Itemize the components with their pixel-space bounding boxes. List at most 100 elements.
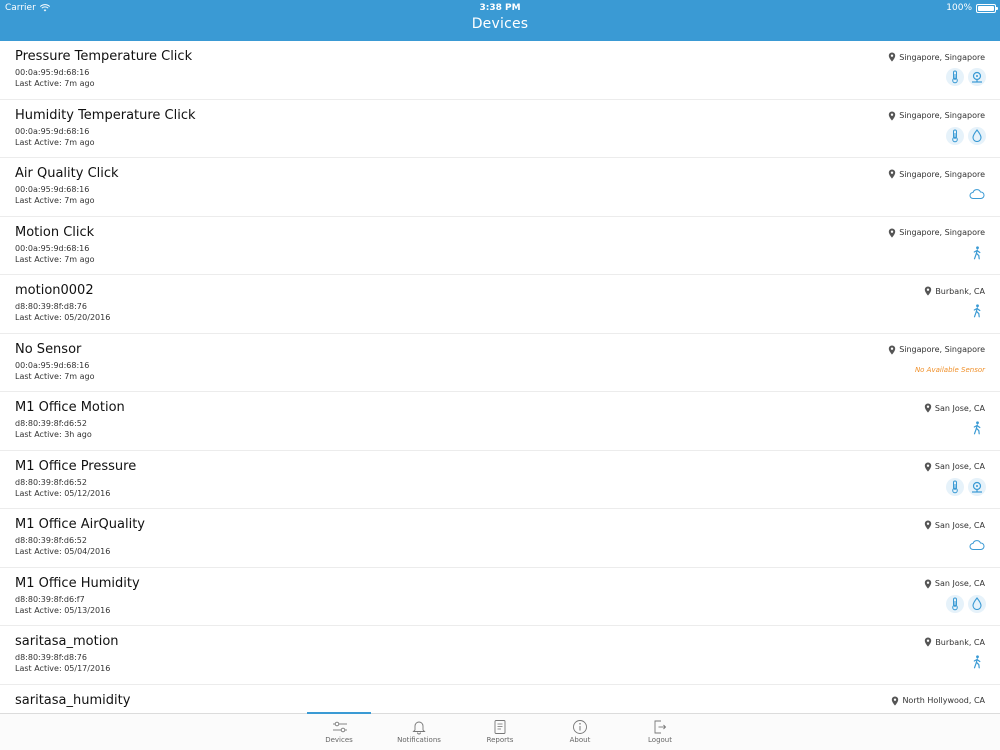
device-mac-address: 00:0a:95:9d:68:16 <box>15 360 90 370</box>
device-row[interactable]: M1 Office AirQuality d8:80:39:8f:d6:52 L… <box>0 509 1000 568</box>
tab-label: Devices <box>325 736 353 744</box>
device-name: Motion Click <box>15 224 95 240</box>
location-pin-icon <box>891 696 899 706</box>
device-name: saritasa_humidity <box>15 692 131 708</box>
tab-notifications[interactable]: Notifications <box>389 714 449 750</box>
sensor-icons <box>946 126 986 145</box>
device-name: saritasa_motion <box>15 634 119 649</box>
device-mac-address: d8:80:39:8f:d8:76 <box>15 653 87 662</box>
thermometer-icon <box>946 126 964 145</box>
device-row[interactable]: motion0002 d8:80:39:8f:d8:76 Last Active… <box>0 275 1000 334</box>
sensor-icons <box>968 185 986 203</box>
info-icon <box>572 719 588 735</box>
device-location: Burbank, CA <box>924 286 985 296</box>
battery-percent: 100% <box>946 3 972 13</box>
tab-label: About <box>569 736 591 744</box>
device-name: Pressure Temperature Click <box>15 49 193 64</box>
device-list[interactable]: Pressure Temperature Click 00:0a:95:9d:6… <box>0 41 1000 713</box>
tab-bar: Devices Notifications Reports About Logo… <box>0 712 1000 750</box>
battery-icon <box>976 3 998 13</box>
device-name: M1 Office Motion <box>15 400 125 415</box>
device-location: Singapore, Singapore <box>888 111 985 121</box>
sensor-icons <box>946 594 986 613</box>
device-name: M1 Office Pressure <box>15 458 137 474</box>
devices-icon <box>331 719 347 735</box>
location-pin-icon <box>888 228 896 238</box>
device-row[interactable]: saritasa_humidity North Hollywood, CA <box>0 685 1000 714</box>
tab-label: Logout <box>648 736 672 744</box>
droplet-icon <box>968 126 986 145</box>
navigation-bar: Carrier 3:38 PM 100% Devices <box>0 0 1000 41</box>
report-icon <box>492 719 508 735</box>
tab-reports[interactable]: Reports <box>470 714 530 750</box>
device-mac-address: 00:0a:95:9d:68:16 <box>15 243 90 253</box>
device-location: San Jose, CA <box>924 403 985 413</box>
status-bar: Carrier 3:38 PM 100% <box>0 0 1000 16</box>
device-row[interactable]: M1 Office Pressure d8:80:39:8f:d6:52 Las… <box>0 451 1000 509</box>
tab-logout[interactable]: Logout <box>630 714 690 750</box>
device-name: Humidity Temperature Click <box>15 107 196 123</box>
location-label: Burbank, CA <box>935 637 985 647</box>
device-last-active: Last Active: 05/17/2016 <box>15 664 111 673</box>
device-location: San Jose, CA <box>924 579 985 589</box>
location-label: Singapore, Singapore <box>899 52 985 62</box>
device-name: M1 Office Humidity <box>15 575 140 591</box>
walking-person-icon <box>968 244 986 262</box>
location-label: Singapore, Singapore <box>899 228 985 237</box>
location-label: San Jose, CA <box>934 520 985 530</box>
bell-icon <box>411 719 427 735</box>
cloud-icon <box>968 536 986 554</box>
sensor-icons <box>946 68 986 86</box>
device-mac-address: 00:0a:95:9d:68:16 <box>15 185 90 194</box>
device-location: North Hollywood, CA <box>891 696 985 706</box>
location-label: Singapore, Singapore <box>899 111 985 120</box>
device-mac-address: 00:0a:95:9d:68:16 <box>15 68 90 77</box>
device-mac-address: d8:80:39:8f:d6:52 <box>15 536 87 545</box>
pressure-icon <box>968 68 986 86</box>
device-row[interactable]: Air Quality Click 00:0a:95:9d:68:16 Last… <box>0 158 1000 217</box>
device-mac-address: d8:80:39:8f:d6:f7 <box>15 594 85 604</box>
location-pin-icon <box>924 520 932 530</box>
tab-about[interactable]: About <box>550 714 610 750</box>
device-row[interactable]: M1 Office Motion d8:80:39:8f:d6:52 Last … <box>0 392 1000 451</box>
tab-label: Notifications <box>397 736 441 744</box>
device-last-active: Last Active: 05/04/2016 <box>15 547 111 556</box>
device-row[interactable]: M1 Office Humidity d8:80:39:8f:d6:f7 Las… <box>0 568 1000 626</box>
device-row[interactable]: No Sensor 00:0a:95:9d:68:16 Last Active:… <box>0 334 1000 392</box>
location-pin-icon <box>888 345 896 355</box>
sensor-icons <box>946 477 986 496</box>
device-row[interactable]: Motion Click 00:0a:95:9d:68:16 Last Acti… <box>0 217 1000 275</box>
battery-indicator: 100% <box>946 3 998 13</box>
location-label: North Hollywood, CA <box>902 696 985 705</box>
device-location: San Jose, CA <box>924 520 985 530</box>
page-title: Devices <box>471 16 529 32</box>
droplet-icon <box>968 594 986 613</box>
device-mac-address: d8:80:39:8f:d6:52 <box>15 419 87 428</box>
thermometer-icon <box>946 68 964 86</box>
device-last-active: Last Active: 7m ago <box>15 254 95 264</box>
location-pin-icon <box>888 52 896 62</box>
device-last-active: Last Active: 05/12/2016 <box>15 488 111 498</box>
device-location: Singapore, Singapore <box>888 169 985 179</box>
device-location: San Jose, CA <box>924 462 985 472</box>
tab-devices[interactable]: Devices <box>307 712 371 750</box>
location-pin-icon <box>888 111 896 121</box>
device-last-active: Last Active: 7m ago <box>15 196 95 205</box>
walking-person-icon <box>968 419 986 437</box>
device-last-active: Last Active: 7m ago <box>15 79 95 88</box>
location-label: San Jose, CA <box>934 462 985 471</box>
device-row[interactable]: saritasa_motion d8:80:39:8f:d8:76 Last A… <box>0 626 1000 685</box>
location-pin-icon <box>924 286 932 296</box>
device-location: Burbank, CA <box>924 637 985 647</box>
clock: 3:38 PM <box>479 3 521 13</box>
device-row[interactable]: Humidity Temperature Click 00:0a:95:9d:6… <box>0 100 1000 158</box>
cloud-icon <box>968 185 986 203</box>
logout-icon <box>652 719 668 735</box>
device-row[interactable]: Pressure Temperature Click 00:0a:95:9d:6… <box>0 41 1000 100</box>
device-name: Air Quality Click <box>15 166 119 181</box>
device-mac-address: d8:80:39:8f:d6:52 <box>15 477 87 487</box>
device-mac-address: d8:80:39:8f:d8:76 <box>15 302 87 311</box>
sensor-icons <box>968 244 986 262</box>
device-mac-address: 00:0a:95:9d:68:16 <box>15 126 90 136</box>
location-pin-icon <box>924 579 932 589</box>
